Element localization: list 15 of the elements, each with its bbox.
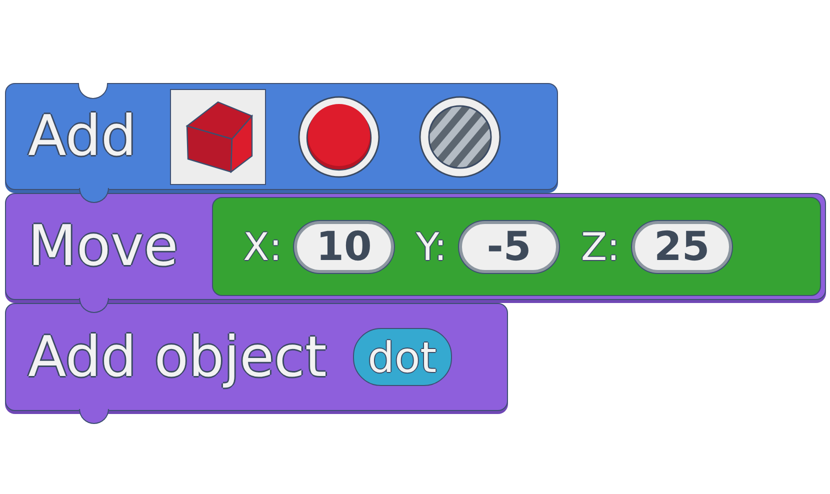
field-label: Z: <box>580 224 620 268</box>
shape-option[interactable] <box>170 88 266 184</box>
number-field[interactable]: 25 <box>632 220 732 272</box>
code-block[interactable]: Move X: 10 Y: -5 Z: 25 <box>5 193 826 300</box>
cube-icon <box>183 100 254 172</box>
field-label: X: <box>243 224 282 268</box>
block-label: Add <box>28 104 136 169</box>
code-block[interactable]: Add object dot <box>5 303 508 411</box>
field-label: Y: <box>416 224 447 268</box>
number-field[interactable]: 10 <box>294 220 394 272</box>
filled-circle-icon <box>298 96 380 178</box>
block-label: Add object <box>28 324 327 390</box>
number-field[interactable]: -5 <box>458 220 559 272</box>
connector-notch <box>78 82 108 98</box>
block-label: Move <box>28 214 178 279</box>
